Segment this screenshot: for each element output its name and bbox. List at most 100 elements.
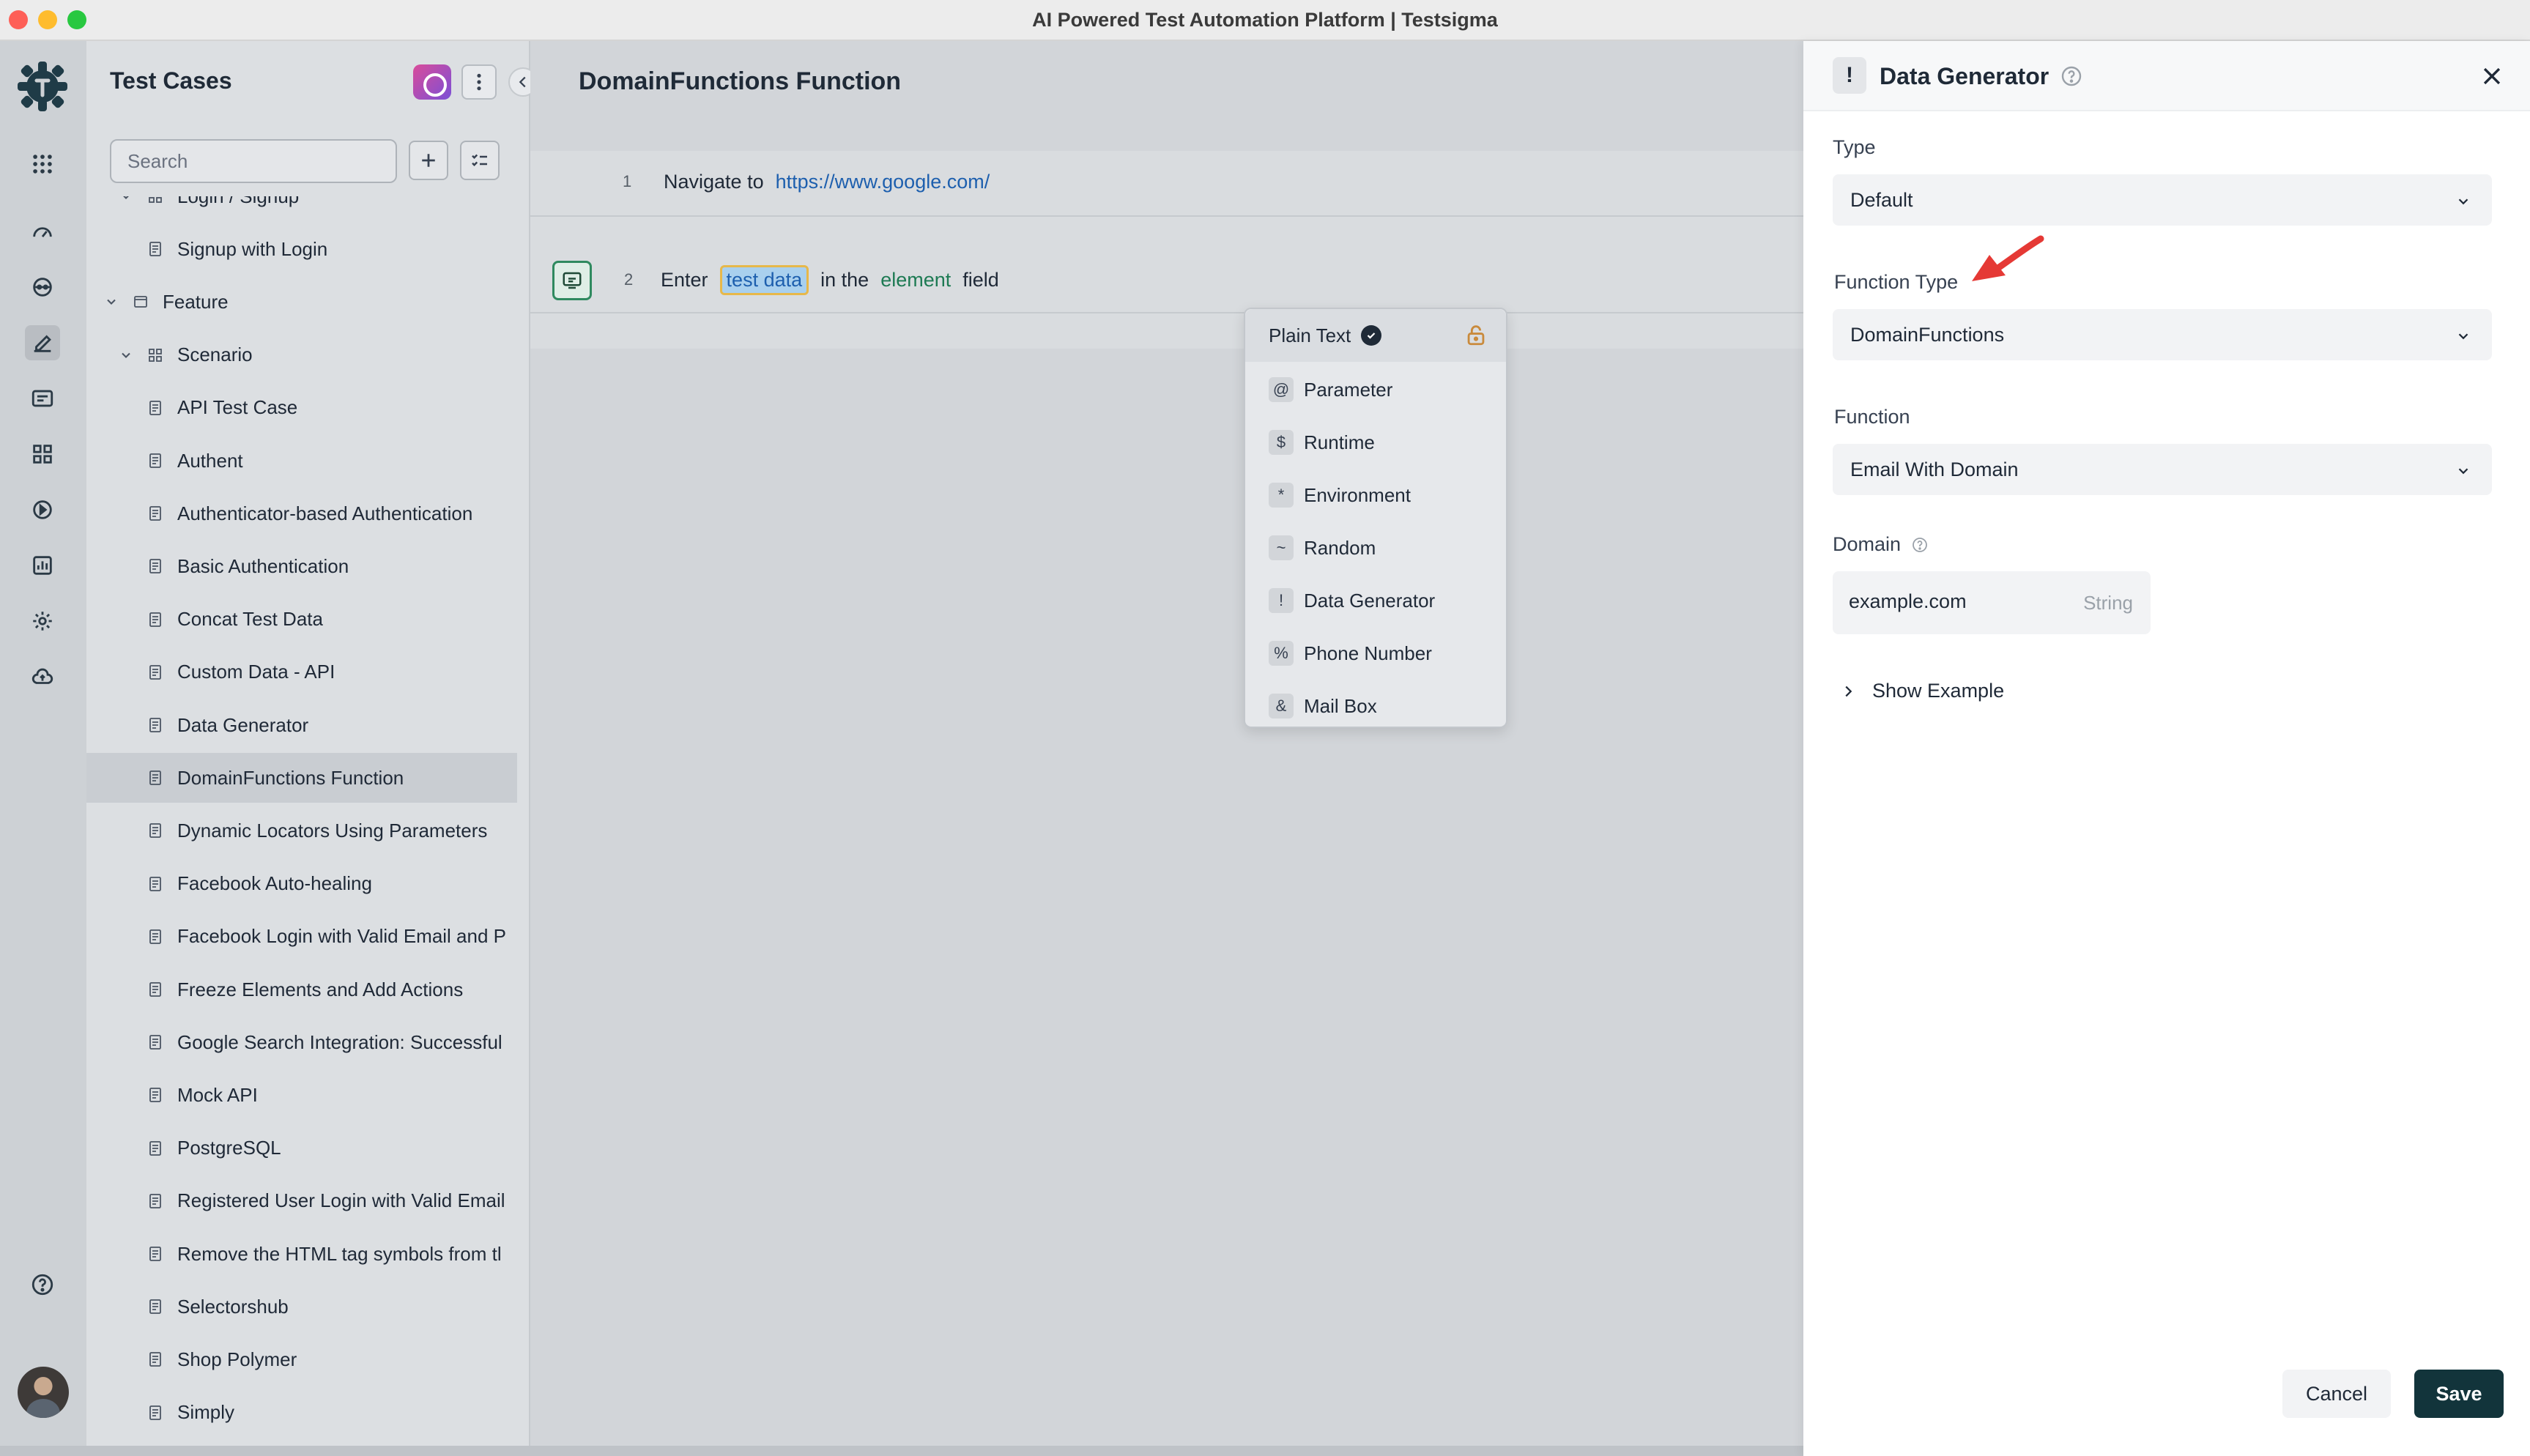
tree-item-label: Basic Authentication [177,554,349,577]
test-case-document-icon [146,452,164,469]
checklist-filter-icon[interactable] [460,141,500,180]
selected-check-icon [1361,325,1382,346]
add-test-case-plus-icon[interactable] [409,141,448,180]
window-title-bar: AI Powered Test Automation Platform | Te… [0,0,2530,41]
data-type-runtime[interactable]: $ Runtime [1245,416,1506,469]
settings-gear-icon[interactable] [25,603,60,639]
tree-search-input[interactable] [110,139,397,183]
data-generator-drawer: ! Data Generator Type Default Function T… [1803,41,2530,1456]
test-case-document-icon [146,664,164,681]
tree-item-label: Login / Signup [177,196,299,208]
annotation-arrow-icon [1967,233,2045,286]
tree-item-label: Concat Test Data [177,608,323,631]
function-selected-value: Email With Domain [1850,458,2019,480]
chevron-down-icon[interactable] [104,294,119,309]
tree-item-test-case[interactable]: Basic Authentication [86,541,517,591]
data-type-plain-text[interactable]: Plain Text [1245,309,1506,362]
test-case-document-icon [146,1351,164,1368]
user-avatar[interactable] [18,1367,69,1418]
tree-item-test-case[interactable]: Signup with Login [86,224,517,274]
dashboard-gauge-icon[interactable] [25,214,60,249]
test-case-document-icon [146,875,164,893]
tree-item-test-case[interactable]: Registered User Login with Valid Email [86,1176,517,1226]
test-case-document-icon [146,505,164,522]
run-icon[interactable] [25,492,60,527]
tree-item-label: Simply [177,1401,235,1424]
edit-pencil-icon[interactable] [25,325,60,360]
tree-item-label: API Test Case [177,396,298,419]
data-type-symbol: $ [1269,430,1294,455]
agent-icon[interactable] [25,270,60,305]
tree-item-test-case[interactable]: Facebook Auto-healing [86,859,517,909]
test-data-token[interactable]: test data [719,264,809,295]
tree-item-test-case[interactable]: Simply [86,1388,517,1438]
test-data-type-dropdown: Plain Text @ Parameter $ Runtime * Envir… [1244,308,1507,728]
tree-item-test-case[interactable]: Google Search Integration: Successful [86,1017,517,1067]
tree-item-test-case[interactable]: Facebook Login with Valid Email and P [86,912,517,962]
help-icon[interactable] [25,1267,60,1302]
domain-input[interactable]: example.com String [1833,571,2151,634]
tree-item-label: Freeze Elements and Add Actions [177,978,464,1000]
tree-item-feature[interactable]: Feature [86,277,517,327]
more-options-icon[interactable] [461,64,497,100]
data-type-label: Mail Box [1304,694,1377,717]
type-select[interactable]: Default [1833,174,2492,226]
test-step-2[interactable]: 2 Enter test data in the element field [530,250,1803,309]
close-drawer-icon[interactable] [2477,62,2507,91]
tree-item-test-case[interactable]: Authent [86,436,517,486]
apps-grid-icon[interactable] [25,146,60,182]
tree-item-test-case[interactable]: Data Generator [86,700,517,750]
tree-item-test-case[interactable]: PostgreSQL [86,1123,517,1173]
modules-icon[interactable] [25,437,60,472]
chevron-down-icon [2455,461,2471,478]
step-number: 2 [624,270,634,289]
data-type-data-generator[interactable]: ! Data Generator [1245,574,1506,627]
testsigma-logo-icon[interactable] [15,59,70,114]
tree-item-test-case[interactable]: DomainFunctions Function [86,753,517,803]
tree-item-test-case[interactable]: Freeze Elements and Add Actions [86,965,517,1014]
element-token[interactable]: element [880,269,951,291]
step-url-link[interactable]: https://www.google.com/ [776,171,990,193]
domain-type-badge: String [2083,592,2133,614]
data-type-label: Parameter [1304,378,1393,401]
data-type-mail-box[interactable]: & Mail Box [1245,680,1506,732]
step-action: Enter [661,268,708,291]
data-type-random[interactable]: ~ Random [1245,521,1506,574]
tree-item-test-case[interactable]: Authenticator-based Authentication [86,489,517,538]
chevron-down-icon[interactable] [119,196,133,204]
tree-item-test-case[interactable]: Selectorshub [86,1282,517,1331]
lock-icon[interactable] [1464,322,1488,347]
tree-item-test-case[interactable]: Concat Test Data [86,595,517,645]
cloud-upload-icon[interactable] [25,659,60,694]
tree-item-test-case[interactable]: Custom Data - API [86,647,517,697]
tree-item-test-case[interactable]: Dynamic Locators Using Parameters [86,806,517,855]
function-type-select[interactable]: DomainFunctions [1833,309,2492,360]
chevron-down-icon [2455,192,2471,208]
ai-assistant-icon[interactable] [413,64,451,100]
data-type-phone-number[interactable]: % Phone Number [1245,627,1506,680]
show-example-toggle[interactable]: Show Example [1840,680,2004,702]
data-type-parameter[interactable]: @ Parameter [1245,363,1506,416]
reports-icon[interactable] [25,548,60,583]
chevron-down-icon[interactable] [119,348,133,363]
tree-item-test-case[interactable]: Mock API [86,1070,517,1120]
test-case-document-icon [146,1298,164,1315]
help-circle-icon[interactable] [2060,64,2083,88]
tree-item-test-case[interactable]: API Test Case [86,383,517,433]
test-case-document-icon [146,716,164,734]
tree-item-test-case[interactable]: Shop Polymer [86,1334,517,1384]
data-type-environment[interactable]: * Environment [1245,469,1506,521]
tree-item-scenario[interactable]: Login / Signup [86,196,517,221]
test-case-tree: Login / Signup Signup with Login Feature Sc… [86,196,530,1456]
test-step-1[interactable]: 1 Navigate to https://www.google.com/ [530,152,1803,211]
type-selected-value: Default [1850,188,1913,211]
tree-item-test-case[interactable]: Remove the HTML tag symbols from tl [86,1229,517,1279]
tree-item-scenario[interactable]: Scenario [86,330,517,380]
cancel-button[interactable]: Cancel [2282,1370,2391,1418]
data-type-label: Phone Number [1304,642,1432,664]
save-button[interactable]: Save [2414,1370,2504,1418]
function-select[interactable]: Email With Domain [1833,444,2492,495]
data-type-symbol: * [1269,483,1294,508]
domain-help-icon[interactable] [1911,536,1929,554]
folder-icon[interactable] [25,381,60,416]
